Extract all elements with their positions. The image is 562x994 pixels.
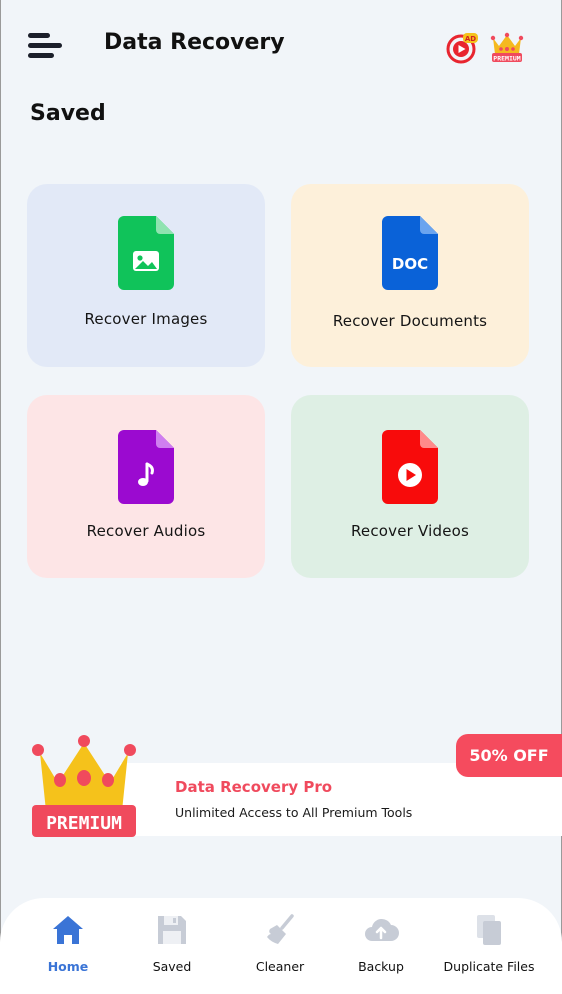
menu-icon[interactable] (28, 33, 62, 61)
home-icon (53, 916, 83, 944)
nav-item-cleaner[interactable]: Cleaner (225, 912, 335, 982)
promo-subtitle: Unlimited Access to All Premium Tools (175, 805, 413, 820)
premium-crown-icon[interactable]: PREMIUM (490, 30, 524, 64)
section-title: Saved (30, 101, 106, 126)
discount-badge[interactable]: 50% OFF (456, 734, 562, 777)
recover-audios-label: Recover Audios (86, 522, 206, 540)
save-icon (158, 916, 186, 944)
nav-item-home[interactable]: Home (13, 912, 123, 982)
crown-premium-text: PREMIUM (46, 813, 122, 834)
copy-icon (477, 915, 501, 945)
premium-badge-text: PREMIUM (493, 55, 520, 63)
recover-images-label: Recover Images (84, 310, 208, 328)
app-title: Data Recovery (104, 30, 285, 55)
nav-label-backup: Backup (358, 959, 404, 974)
promo-title: Data Recovery Pro (175, 778, 333, 796)
doc-icon-text: DOC (392, 255, 428, 273)
recover-images-card[interactable]: Recover Images (27, 184, 265, 367)
premium-crown-icon: PREMIUM (32, 735, 136, 837)
recover-videos-label: Recover Videos (350, 522, 470, 540)
nav-item-backup[interactable]: Backup (326, 912, 436, 982)
nav-label-home: Home (47, 959, 89, 974)
doc-file-icon: DOC (382, 216, 438, 290)
ad-badge-text: AD (465, 35, 476, 43)
nav-item-saved[interactable]: Saved (117, 912, 227, 982)
nav-label-cleaner: Cleaner (255, 959, 305, 974)
nav-label-duplicate-files: Duplicate Files (443, 959, 535, 974)
recover-videos-card[interactable]: Recover Videos (291, 395, 529, 578)
recover-audios-card[interactable]: Recover Audios (27, 395, 265, 578)
nav-item-duplicate-files[interactable]: Duplicate Files (434, 912, 544, 982)
recover-documents-label: Recover Documents (332, 312, 488, 330)
recover-documents-card[interactable]: DOC Recover Documents (291, 184, 529, 367)
cloud-upload-icon (365, 918, 399, 941)
nav-label-saved: Saved (152, 959, 192, 974)
broom-icon (267, 914, 294, 944)
audio-file-icon (118, 430, 174, 504)
image-file-icon (118, 216, 174, 290)
video-file-icon (382, 430, 438, 504)
ad-video-icon[interactable]: AD (446, 31, 480, 65)
